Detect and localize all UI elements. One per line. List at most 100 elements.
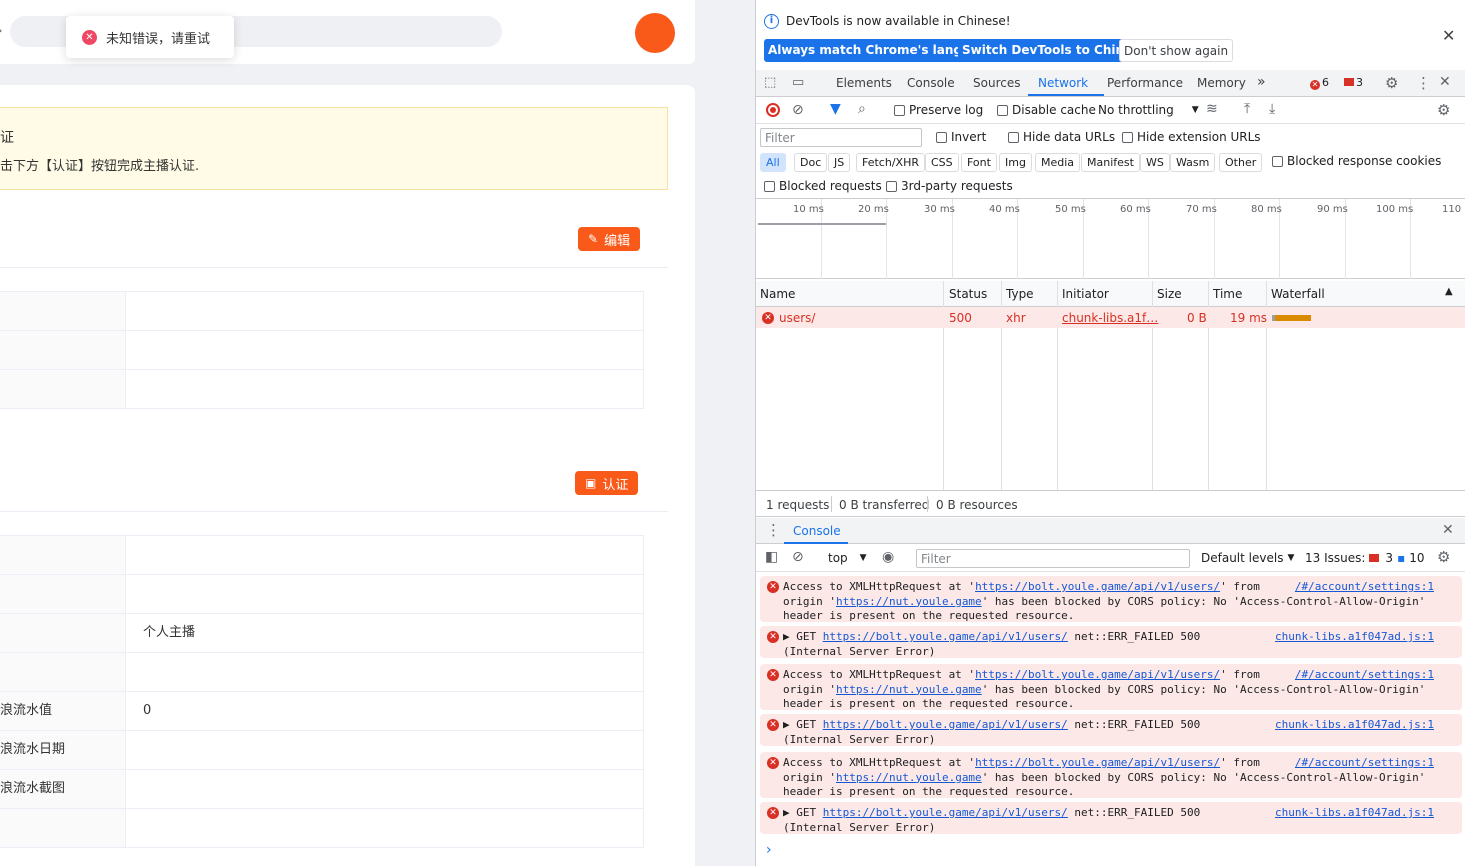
error-icon: ✕ bbox=[767, 631, 779, 643]
console-error-message[interactable]: ✕ Access to XMLHttpRequest at 'https://b… bbox=[760, 752, 1462, 798]
origin-url-link[interactable]: https://nut.youle.game bbox=[836, 595, 982, 608]
device-toolbar-icon[interactable]: ▭ bbox=[792, 75, 804, 90]
avatar[interactable] bbox=[635, 13, 675, 53]
search-icon[interactable]: ⌕ bbox=[858, 101, 866, 117]
id-card-icon: ▣ bbox=[585, 476, 597, 490]
type-filter-doc[interactable]: Doc bbox=[794, 153, 828, 172]
column-name[interactable]: Name bbox=[760, 287, 795, 301]
clear-console-icon[interactable]: ⊘ bbox=[792, 549, 804, 565]
console-error-message[interactable]: ✕ Access to XMLHttpRequest at 'https://b… bbox=[760, 664, 1462, 710]
message-source-link[interactable]: /#/account/settings:1 bbox=[1295, 756, 1434, 771]
network-request-row[interactable]: ✕ users/ 500 xhr chunk-libs.a1f… 0 B 19 … bbox=[756, 307, 1465, 328]
type-filter-img[interactable]: Img bbox=[999, 153, 1032, 172]
column-size[interactable]: Size bbox=[1157, 287, 1182, 301]
column-status[interactable]: Status bbox=[949, 287, 987, 301]
table-row bbox=[0, 536, 643, 575]
message-source-link[interactable]: /#/account/settings:1 bbox=[1295, 580, 1434, 595]
more-menu-icon[interactable]: ⋮ bbox=[1416, 74, 1431, 92]
live-expression-eye-icon[interactable]: ◉ bbox=[882, 549, 894, 565]
issues-counter[interactable]: 13 Issues: 3 ▪ 10 bbox=[1305, 551, 1424, 565]
type-filter-media[interactable]: Media bbox=[1035, 153, 1081, 172]
log-levels-select[interactable]: Default levels ▼ bbox=[1201, 551, 1294, 565]
origin-url-link[interactable]: https://nut.youle.game bbox=[836, 683, 982, 696]
more-tabs-icon[interactable]: » bbox=[1257, 74, 1266, 90]
type-filter-all[interactable]: All bbox=[760, 153, 786, 172]
preserve-log-checkbox[interactable]: Preserve log bbox=[894, 103, 983, 117]
drawer-menu-icon[interactable]: ⋮ bbox=[766, 521, 781, 539]
context-select[interactable]: top ▼ bbox=[828, 551, 867, 565]
column-initiator[interactable]: Initiator bbox=[1062, 287, 1109, 301]
origin-url-link[interactable]: https://nut.youle.game bbox=[836, 771, 982, 784]
close-drawer-icon[interactable]: ✕ bbox=[1442, 522, 1454, 538]
tab-performance[interactable]: Performance bbox=[1107, 76, 1183, 90]
dont-show-again-button[interactable]: Don't show again bbox=[1119, 39, 1234, 62]
clear-icon[interactable]: ⊘ bbox=[792, 102, 804, 118]
hide-data-urls-checkbox[interactable]: Hide data URLs bbox=[1008, 130, 1115, 144]
close-devtools-icon[interactable]: ✕ bbox=[1439, 74, 1451, 90]
type-filter-js[interactable]: JS bbox=[828, 153, 851, 172]
filter-icon[interactable]: ▼ bbox=[830, 101, 841, 117]
inspect-element-icon[interactable]: ⬚ bbox=[764, 75, 776, 90]
network-settings-icon[interactable]: ⚙ bbox=[1437, 101, 1450, 119]
tab-memory[interactable]: Memory bbox=[1197, 76, 1246, 90]
type-filter-wasm[interactable]: Wasm bbox=[1170, 153, 1216, 172]
message-source-link[interactable]: chunk-libs.a1f047ad.js:1 bbox=[1275, 630, 1434, 645]
auth-button[interactable]: ▣ 认证 bbox=[575, 471, 639, 495]
message-source-link[interactable]: /#/account/settings:1 bbox=[1295, 668, 1434, 683]
console-settings-icon[interactable]: ⚙ bbox=[1437, 548, 1450, 566]
disable-cache-checkbox[interactable]: Disable cache bbox=[997, 103, 1096, 117]
sidebar-toggle-icon[interactable]: ◧ bbox=[765, 549, 778, 565]
blocked-requests-checkbox[interactable]: Blocked requests bbox=[764, 179, 882, 193]
import-har-icon[interactable]: ⤒ bbox=[1244, 101, 1250, 117]
record-icon[interactable] bbox=[766, 103, 780, 117]
error-count-badge[interactable]: ✕ 6 bbox=[1310, 76, 1329, 90]
hide-extension-urls-checkbox[interactable]: Hide extension URLs bbox=[1122, 130, 1261, 144]
invert-checkbox[interactable]: Invert bbox=[936, 130, 986, 144]
network-overview[interactable]: 10 ms 20 ms 30 ms 40 ms 50 ms 60 ms 70 m… bbox=[756, 199, 1465, 279]
console-error-message[interactable]: ✕ ▶ GET https://bolt.youle.game/api/v1/u… bbox=[760, 802, 1462, 834]
settings-gear-icon[interactable]: ⚙ bbox=[1385, 74, 1398, 92]
request-url-link[interactable]: https://bolt.youle.game/api/v1/users/ bbox=[823, 630, 1068, 643]
request-url-link[interactable]: https://bolt.youle.game/api/v1/users/ bbox=[975, 580, 1220, 593]
console-filter-input[interactable]: Filter bbox=[916, 549, 1190, 568]
network-filter-input[interactable]: Filter bbox=[760, 128, 922, 147]
blocked-response-cookies-checkbox[interactable]: Blocked response cookies bbox=[1272, 154, 1441, 168]
type-filter-manifest[interactable]: Manifest bbox=[1081, 153, 1140, 172]
chevron-icon[interactable]: › bbox=[0, 24, 2, 37]
close-icon[interactable]: ✕ bbox=[1442, 26, 1455, 45]
export-har-icon[interactable]: ⤓ bbox=[1269, 101, 1275, 117]
type-filter-other[interactable]: Other bbox=[1219, 153, 1263, 172]
table-row bbox=[0, 809, 643, 848]
console-error-message[interactable]: ✕ ▶ GET https://bolt.youle.game/api/v1/u… bbox=[760, 626, 1462, 658]
tab-elements[interactable]: Elements bbox=[836, 76, 892, 90]
sort-ascending-icon[interactable]: ▲ bbox=[1445, 286, 1453, 297]
column-waterfall[interactable]: Waterfall bbox=[1271, 287, 1325, 301]
drawer-tab-console[interactable]: Console bbox=[793, 524, 841, 538]
request-url-link[interactable]: https://bolt.youle.game/api/v1/users/ bbox=[823, 718, 1068, 731]
message-source-link[interactable]: chunk-libs.a1f047ad.js:1 bbox=[1275, 718, 1434, 733]
infobar-text: DevTools is now available in Chinese! bbox=[786, 14, 1011, 28]
tab-sources[interactable]: Sources bbox=[973, 76, 1020, 90]
type-filter-font[interactable]: Font bbox=[961, 153, 997, 172]
type-filter-css[interactable]: CSS bbox=[925, 153, 959, 172]
tab-network[interactable]: Network bbox=[1038, 76, 1088, 90]
column-type[interactable]: Type bbox=[1006, 287, 1034, 301]
request-url-link[interactable]: https://bolt.youle.game/api/v1/users/ bbox=[823, 806, 1068, 819]
network-conditions-icon[interactable]: ≋ bbox=[1206, 101, 1218, 117]
message-source-link[interactable]: chunk-libs.a1f047ad.js:1 bbox=[1275, 806, 1434, 821]
warning-count-badge[interactable]: 3 bbox=[1344, 76, 1363, 89]
type-filter-fetch-xhr[interactable]: Fetch/XHR bbox=[856, 153, 925, 172]
column-time[interactable]: Time bbox=[1213, 287, 1242, 301]
third-party-checkbox[interactable]: 3rd-party requests bbox=[886, 179, 1013, 193]
tab-console[interactable]: Console bbox=[907, 76, 955, 90]
request-initiator-link[interactable]: chunk-libs.a1f… bbox=[1062, 311, 1158, 325]
throttling-select[interactable]: No throttling ▼ bbox=[1098, 103, 1199, 117]
error-icon: ✕ bbox=[82, 29, 97, 45]
console-prompt-icon[interactable]: › bbox=[766, 842, 772, 858]
edit-button[interactable]: ✎ 编辑 bbox=[578, 227, 641, 251]
console-error-message[interactable]: ✕ Access to XMLHttpRequest at 'https://b… bbox=[760, 576, 1462, 622]
request-url-link[interactable]: https://bolt.youle.game/api/v1/users/ bbox=[975, 668, 1220, 681]
request-url-link[interactable]: https://bolt.youle.game/api/v1/users/ bbox=[975, 756, 1220, 769]
console-error-message[interactable]: ✕ ▶ GET https://bolt.youle.game/api/v1/u… bbox=[760, 714, 1462, 746]
type-filter-ws[interactable]: WS bbox=[1140, 153, 1170, 172]
